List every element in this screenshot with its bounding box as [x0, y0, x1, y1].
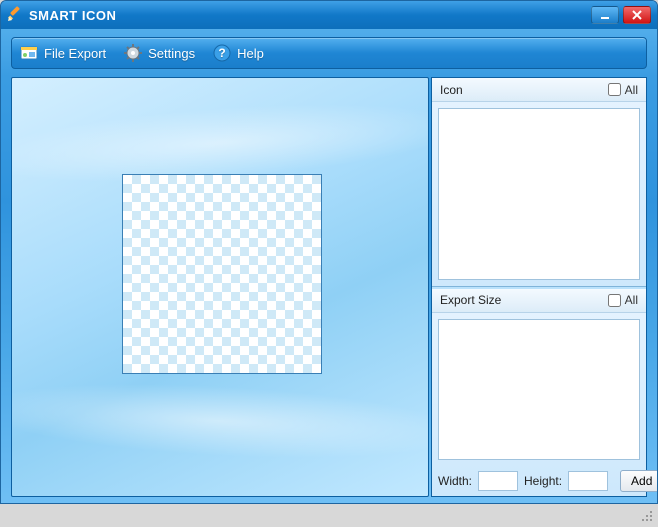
minimize-button[interactable] [591, 6, 619, 24]
add-button[interactable]: Add [620, 470, 658, 492]
icon-all-label: All [625, 83, 638, 97]
export-all-checkbox[interactable] [608, 294, 621, 307]
settings-label: Settings [148, 46, 195, 61]
file-export-button[interactable]: File Export [20, 44, 106, 62]
icon-panel: Icon All [432, 78, 646, 287]
export-all-label: All [625, 293, 638, 307]
help-button[interactable]: ? Help [213, 44, 264, 62]
app-title: SMART ICON [29, 8, 591, 23]
width-input[interactable] [478, 471, 518, 491]
file-export-icon [20, 44, 38, 62]
width-label: Width: [438, 474, 472, 488]
content-area: Icon All Export Size All [11, 77, 647, 497]
gear-icon [124, 44, 142, 62]
size-input-bar: Width: Height: Add [432, 466, 646, 496]
export-size-panel: Export Size All Width: Height: Add [432, 289, 646, 497]
icon-list[interactable] [438, 108, 640, 280]
export-size-panel-title: Export Size [440, 293, 608, 307]
icon-all-checkbox[interactable] [608, 83, 621, 96]
icon-canvas[interactable] [122, 174, 322, 374]
resize-grip-icon[interactable] [640, 509, 654, 523]
height-input[interactable] [568, 471, 608, 491]
app-window: SMART ICON File Export [0, 0, 658, 504]
title-bar: SMART ICON [1, 1, 657, 29]
window-controls [591, 6, 651, 24]
icon-panel-title: Icon [440, 83, 608, 97]
app-pencil-icon [7, 6, 23, 25]
help-label: Help [237, 46, 264, 61]
height-label: Height: [524, 474, 562, 488]
side-panel: Icon All Export Size All [431, 77, 647, 497]
canvas-area [11, 77, 429, 497]
main-toolbar: File Export Settings [11, 37, 647, 69]
export-size-panel-header: Export Size All [432, 289, 646, 313]
export-size-list[interactable] [438, 319, 640, 461]
icon-all-checkbox-wrap[interactable]: All [608, 83, 638, 97]
svg-text:?: ? [218, 46, 225, 60]
icon-panel-header: Icon All [432, 78, 646, 102]
export-all-checkbox-wrap[interactable]: All [608, 293, 638, 307]
close-button[interactable] [623, 6, 651, 24]
settings-button[interactable]: Settings [124, 44, 195, 62]
help-icon: ? [213, 44, 231, 62]
file-export-label: File Export [44, 46, 106, 61]
